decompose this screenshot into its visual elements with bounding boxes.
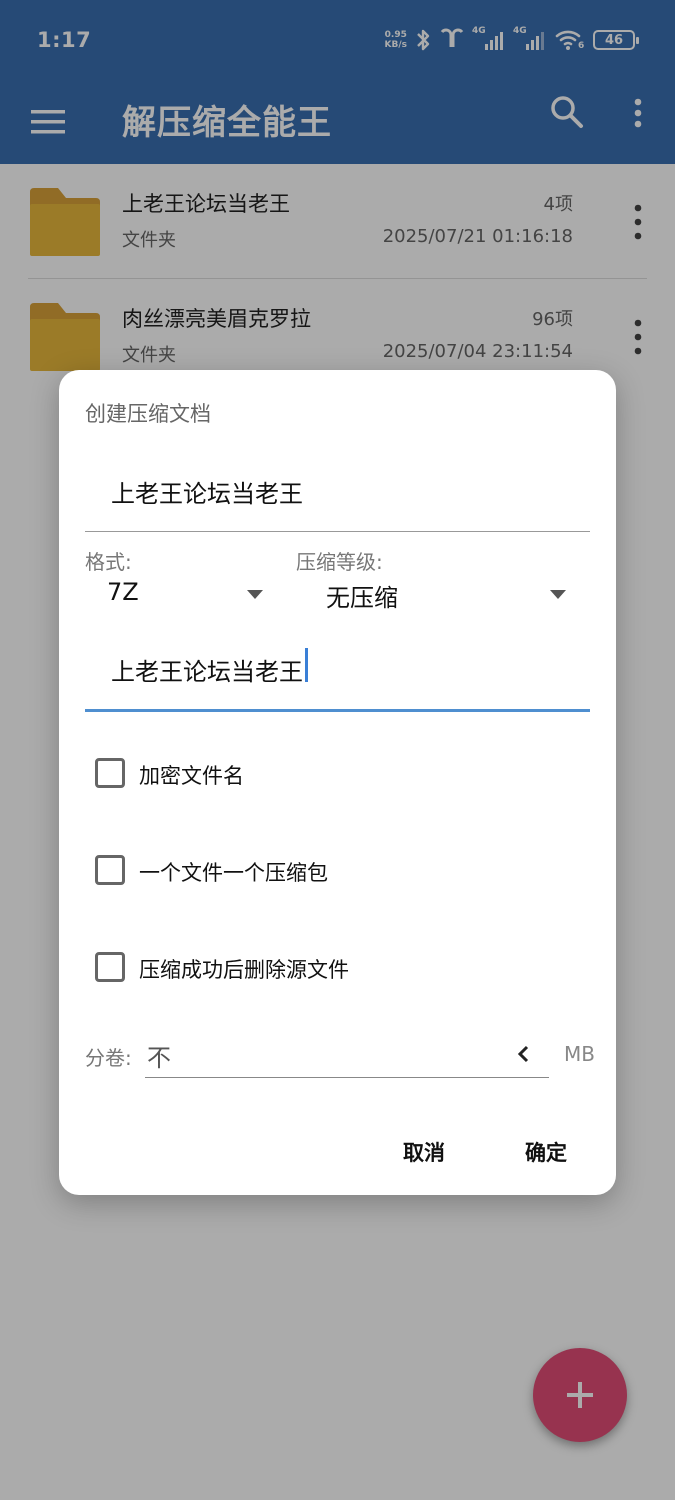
archive-name-field[interactable]: 上老王论坛当老王 xyxy=(85,460,590,532)
checkbox-label: 一个文件一个压缩包 xyxy=(139,861,328,885)
checkbox-label: 压缩成功后删除源文件 xyxy=(139,958,349,982)
format-value: 7Z xyxy=(107,578,139,606)
split-volume-label: 分卷: xyxy=(85,1046,132,1070)
password-value: 上老王论坛当老王 xyxy=(111,658,303,686)
format-label: 格式: xyxy=(85,550,132,574)
encrypt-filenames-checkbox[interactable]: 加密文件名 xyxy=(95,753,575,793)
checkbox-label: 加密文件名 xyxy=(139,764,244,788)
checkbox-icon xyxy=(95,758,125,788)
compression-level-value: 无压缩 xyxy=(326,584,398,612)
split-unit-label: MB xyxy=(564,1042,595,1066)
compression-level-select[interactable]: 无压缩 xyxy=(296,576,576,616)
split-volume-value: 不 xyxy=(147,1044,171,1072)
checkbox-icon xyxy=(95,855,125,885)
delete-source-checkbox[interactable]: 压缩成功后删除源文件 xyxy=(95,947,575,987)
one-archive-per-file-checkbox[interactable]: 一个文件一个压缩包 xyxy=(95,850,575,890)
format-select[interactable]: 7Z xyxy=(85,576,275,616)
chevron-left-icon xyxy=(517,1045,529,1063)
dropdown-arrow-icon xyxy=(550,590,566,599)
split-volume-select[interactable]: 不 xyxy=(145,1034,549,1078)
archive-name-value: 上老王论坛当老王 xyxy=(111,480,303,508)
create-archive-dialog: 创建压缩文档 上老王论坛当老王 格式: 压缩等级: 7Z 无压缩 上老王论坛当老… xyxy=(59,370,616,1195)
cancel-button[interactable]: 取消 xyxy=(403,1137,445,1167)
checkbox-icon xyxy=(95,952,125,982)
password-field[interactable]: 上老王论坛当老王 xyxy=(85,638,590,712)
dropdown-arrow-icon xyxy=(247,590,263,599)
confirm-button[interactable]: 确定 xyxy=(525,1137,567,1167)
compression-level-label: 压缩等级: xyxy=(296,550,383,574)
text-cursor xyxy=(305,648,308,682)
dialog-title: 创建压缩文档 xyxy=(85,402,211,426)
